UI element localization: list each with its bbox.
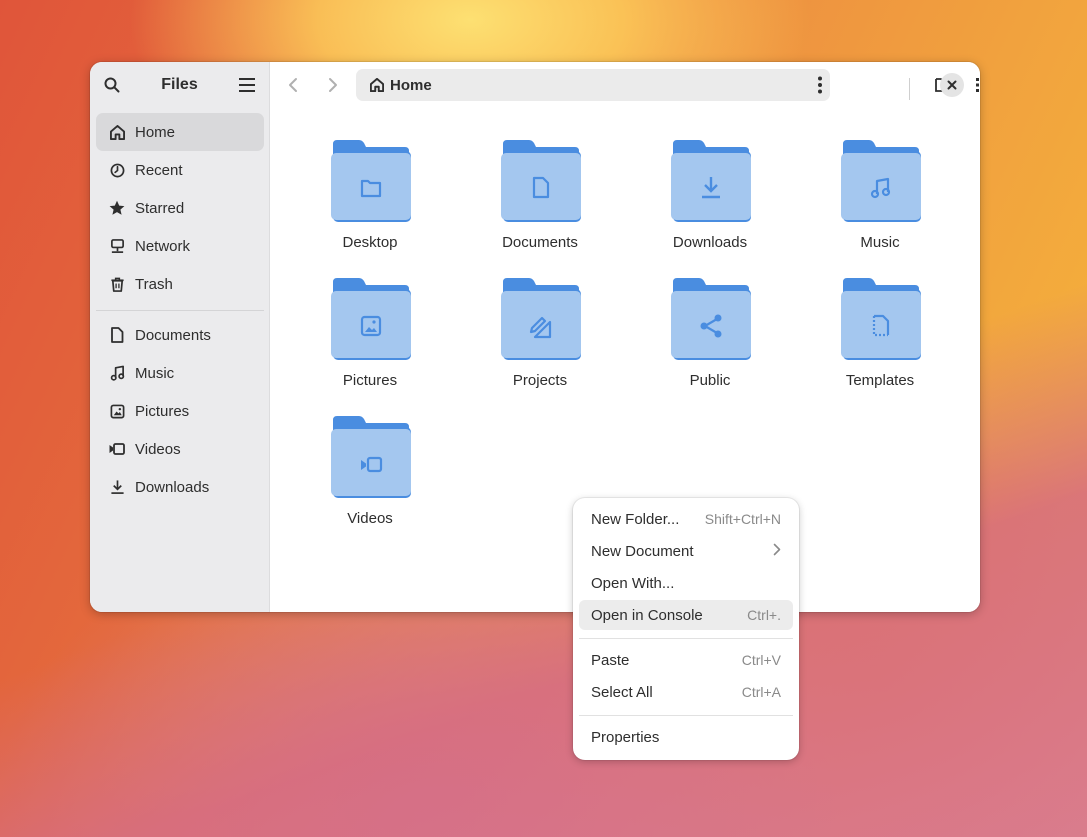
- close-icon: [947, 80, 957, 90]
- folder-label: Music: [860, 234, 900, 251]
- sidebar-item-label: Videos: [135, 440, 181, 458]
- sidebar-item-label: Pictures: [135, 402, 190, 420]
- location-menu-button[interactable]: [818, 76, 822, 99]
- star-icon: [109, 200, 125, 216]
- template-icon: [841, 278, 921, 360]
- menu-item-label: New Document: [591, 542, 694, 560]
- sidebar-item-pictures[interactable]: Pictures: [96, 392, 264, 430]
- sidebar-item-label: Starred: [135, 199, 185, 217]
- chevron-left-icon: [289, 78, 297, 92]
- menu-item-open-in-console[interactable]: Open in Console Ctrl+.: [579, 600, 793, 630]
- menu-item-label: Paste: [591, 651, 630, 669]
- menu-item-accel: Ctrl+.: [747, 607, 781, 623]
- menu-item-paste[interactable]: Paste Ctrl+V: [579, 645, 793, 675]
- hamburger-menu-icon: [239, 78, 255, 92]
- sidebar-item-label: Recent: [135, 161, 183, 179]
- folder-label: Documents: [502, 234, 578, 251]
- download-icon: [671, 140, 751, 222]
- folder-label: Desktop: [342, 234, 398, 251]
- folder-label: Videos: [347, 510, 393, 527]
- sidebar-item-downloads[interactable]: Downloads: [96, 468, 264, 506]
- list-view-icon: [976, 78, 979, 92]
- sidebar-item-home[interactable]: Home: [96, 113, 264, 151]
- menu-item-new-document[interactable]: New Document: [579, 536, 793, 566]
- clock-icon: [109, 162, 125, 178]
- context-menu: New Folder... Shift+Ctrl+N New Document …: [573, 498, 799, 760]
- folder-label: Public: [689, 372, 731, 389]
- back-button[interactable]: [276, 68, 310, 102]
- menu-item-open-with[interactable]: Open With...: [579, 568, 793, 598]
- menu-item-label: Select All: [591, 683, 653, 701]
- folder-icon: [331, 140, 411, 222]
- folder-label: Projects: [512, 372, 568, 389]
- folder-public[interactable]: Public: [635, 278, 785, 398]
- home-icon: [109, 124, 125, 140]
- folder-label: Templates: [845, 372, 915, 389]
- menu-separator: [579, 715, 793, 716]
- location-bar[interactable]: Home: [356, 69, 830, 101]
- sidebar-item-network[interactable]: Network: [96, 227, 264, 265]
- video-icon: [331, 416, 411, 498]
- music-icon: [841, 140, 921, 222]
- sidebar-item-videos[interactable]: Videos: [96, 430, 264, 468]
- sidebar-item-label: Downloads: [135, 478, 210, 496]
- menu-item-accel: Ctrl+V: [741, 652, 781, 668]
- main-menu-button[interactable]: [230, 68, 264, 102]
- music-icon: [109, 365, 125, 381]
- menu-item-label: New Folder...: [591, 510, 680, 528]
- chevron-right-icon: [329, 78, 337, 92]
- files-window: Files Home Recent Starred Network Trash: [90, 62, 980, 612]
- sidebar-item-documents[interactable]: Documents: [96, 316, 264, 354]
- folder-projects[interactable]: Projects: [465, 278, 615, 398]
- vertical-dots-icon: [818, 76, 822, 94]
- location-path: Home: [390, 76, 432, 94]
- close-button[interactable]: [940, 73, 964, 97]
- network-icon: [109, 238, 125, 254]
- sidebar-item-recent[interactable]: Recent: [96, 151, 264, 189]
- menu-separator: [579, 638, 793, 639]
- folder-desktop[interactable]: Desktop: [295, 140, 445, 260]
- folder-music[interactable]: Music: [805, 140, 955, 260]
- menu-item-label: Open With...: [591, 574, 675, 592]
- sidebar-item-music[interactable]: Music: [96, 354, 264, 392]
- sidebar-item-starred[interactable]: Starred: [96, 189, 264, 227]
- sidebar-separator: [96, 310, 264, 311]
- home-icon: [370, 78, 384, 92]
- folder-documents[interactable]: Documents: [465, 140, 615, 260]
- share-icon: [671, 278, 751, 360]
- menu-item-label: Open in Console: [591, 606, 703, 624]
- folder-downloads[interactable]: Downloads: [635, 140, 785, 260]
- sidebar-item-label: Home: [135, 123, 176, 141]
- folder-label: Downloads: [672, 234, 748, 251]
- menu-item-label: Properties: [591, 728, 660, 746]
- folder-videos[interactable]: Videos: [295, 416, 445, 536]
- forward-button[interactable]: [316, 68, 350, 102]
- menu-item-new-folder[interactable]: New Folder... Shift+Ctrl+N: [579, 504, 793, 534]
- menu-item-accel: Ctrl+A: [741, 684, 781, 700]
- folder-templates[interactable]: Templates: [805, 278, 955, 398]
- folder-pictures[interactable]: Pictures: [295, 278, 445, 398]
- document-icon: [109, 327, 125, 343]
- trash-icon: [109, 276, 125, 292]
- menu-item-select-all[interactable]: Select All Ctrl+A: [579, 677, 793, 707]
- pencil-ruler-icon: [501, 278, 581, 360]
- download-icon: [109, 479, 125, 495]
- document-icon: [501, 140, 581, 222]
- view-list-button[interactable]: [967, 68, 980, 102]
- folder-label: Pictures: [342, 372, 398, 389]
- sidebar-item-trash[interactable]: Trash: [96, 265, 264, 303]
- sidebar-item-label: Music: [135, 364, 175, 382]
- menu-item-accel: Shift+Ctrl+N: [704, 511, 781, 527]
- sidebar: Files Home Recent Starred Network Trash: [90, 62, 270, 612]
- sidebar-item-label: Network: [135, 237, 191, 255]
- menu-item-properties[interactable]: Properties: [579, 722, 793, 752]
- sidebar-header: Files: [90, 62, 269, 108]
- sidebar-item-label: Documents: [135, 326, 211, 344]
- sidebar-item-label: Trash: [135, 275, 173, 293]
- picture-icon: [331, 278, 411, 360]
- chevron-right-icon: [773, 543, 781, 559]
- video-icon: [109, 441, 125, 457]
- toolbar-separator: [909, 78, 910, 100]
- picture-icon: [109, 403, 125, 419]
